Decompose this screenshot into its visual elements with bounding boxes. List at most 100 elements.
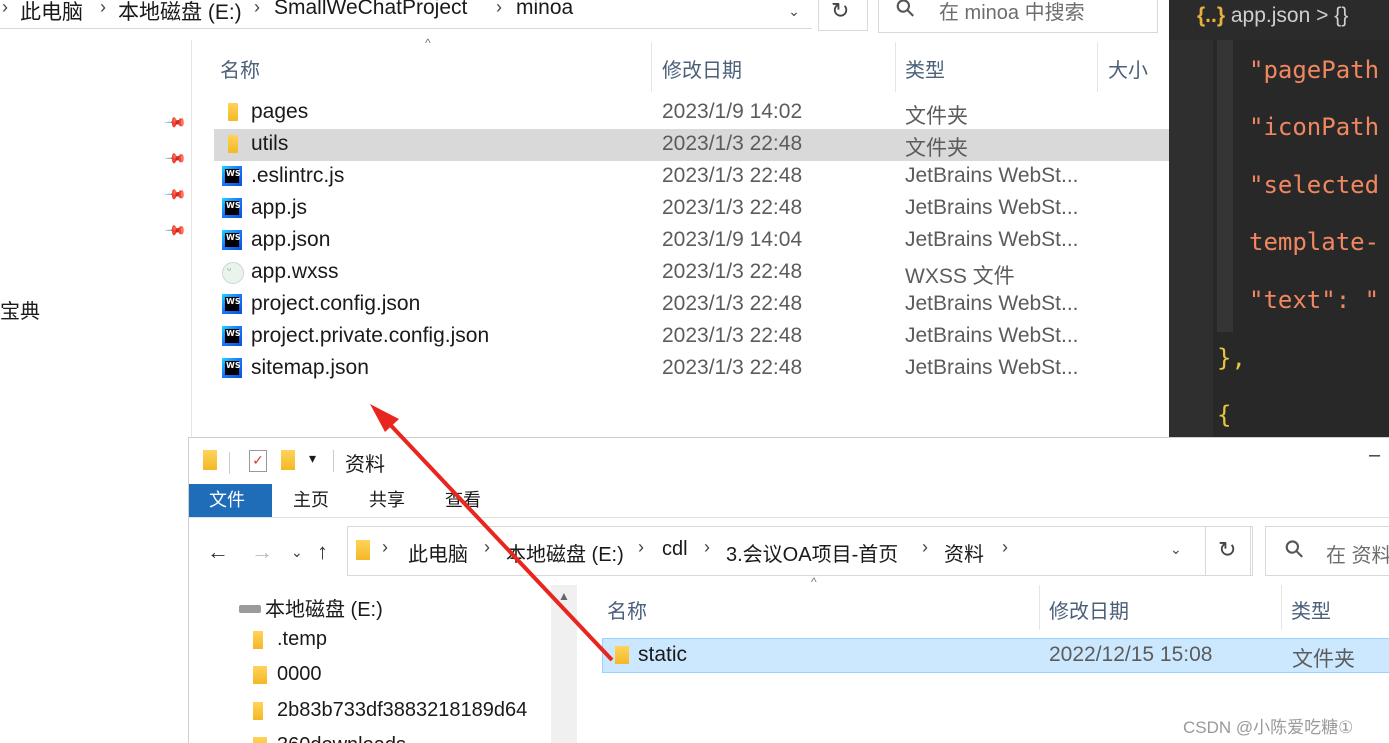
breadcrumb-item[interactable]: 此电脑 (408, 538, 468, 567)
chevron-down-icon[interactable]: ⌄ (776, 0, 812, 28)
chevron-right-icon: › (638, 537, 644, 557)
chevron-down-icon[interactable]: ⌄ (1170, 541, 1182, 558)
file-date: 2023/1/3 22:48 (662, 356, 803, 379)
file-row-selected[interactable]: utils 2023/1/3 22:48 文件夹 (214, 129, 1169, 161)
top-address-bar[interactable]: › 此电脑 › 本地磁盘 (E:) › SmallWeChatProject ›… (0, 0, 812, 29)
folder-tree[interactable]: 本地磁盘 (E:) .temp 0000 2b83b733df388321818… (189, 585, 577, 743)
breadcrumb-item[interactable]: 资料 (944, 538, 984, 567)
breadcrumb-item[interactable]: 本地磁盘 (E:) (506, 538, 624, 567)
folder-icon[interactable] (203, 450, 217, 470)
pin-icon[interactable]: 📌 (164, 182, 188, 206)
column-divider[interactable] (1039, 585, 1040, 630)
file-row[interactable]: WS sitemap.json 2023/1/3 22:48 JetBrains… (214, 353, 1169, 385)
chevron-right-icon: › (922, 537, 928, 557)
tree-item[interactable]: 2b83b733df3883218189d64 (277, 699, 527, 722)
refresh-button[interactable]: ↻ (1205, 526, 1253, 576)
file-name: project.private.config.json (251, 324, 490, 347)
file-type: JetBrains WebSt... (905, 292, 1079, 315)
file-type: JetBrains WebSt... (905, 324, 1079, 347)
tab-share[interactable]: 共享 (349, 484, 425, 517)
editor-tab-label: app.json (1230, 4, 1311, 27)
breadcrumb-item[interactable]: minoa (516, 0, 573, 20)
chevron-down-icon[interactable]: ⌄ (291, 544, 303, 561)
forward-arrow-icon[interactable]: → (251, 539, 273, 565)
chevron-right-icon: › (1002, 537, 1008, 557)
column-divider[interactable] (1281, 585, 1282, 630)
column-date[interactable]: 修改日期 (662, 54, 742, 83)
breadcrumb-item[interactable]: 本地磁盘 (E:) (118, 0, 242, 26)
column-divider[interactable] (651, 42, 652, 92)
file-row[interactable]: pages 2023/1/9 14:02 文件夹 (214, 97, 1169, 129)
pin-icon[interactable]: 📌 (164, 218, 188, 242)
chevron-right-icon: › (484, 537, 490, 557)
file-date: 2023/1/3 22:48 (662, 164, 803, 187)
new-folder-icon[interactable] (281, 450, 295, 470)
folder-icon (253, 631, 263, 649)
column-type[interactable]: 类型 (905, 54, 945, 83)
file-row[interactable]: WS app.json 2023/1/9 14:04 JetBrains Web… (214, 225, 1169, 257)
chevron-right-icon: › (704, 537, 710, 557)
tree-item[interactable]: 本地磁盘 (E:) (265, 593, 383, 622)
column-type[interactable]: 类型 (1291, 595, 1331, 624)
divider (333, 450, 334, 472)
wxss-icon: ᵕ (222, 262, 244, 284)
file-type: JetBrains WebSt... (905, 228, 1079, 251)
editor-tab[interactable]: {..} app.json > {} (1197, 4, 1348, 28)
tab-home[interactable]: 主页 (273, 484, 349, 517)
tab-view[interactable]: 查看 (425, 484, 501, 517)
file-row[interactable]: WS project.config.json 2023/1/3 22:48 Je… (214, 289, 1169, 321)
chevron-down-icon[interactable]: ▾ (309, 450, 316, 467)
file-row[interactable]: WS project.private.config.json 2023/1/3 … (214, 321, 1169, 353)
search-input[interactable]: ⚲ 在 minoa 中搜索 (878, 0, 1158, 33)
column-name[interactable]: 名称 (607, 595, 647, 624)
navigation-pane[interactable]: 📌 📌 📌 📌 宝典 (0, 40, 192, 437)
breadcrumb-item[interactable]: 3.会议OA项目-首页 (726, 538, 898, 567)
tree-item[interactable]: .temp (277, 628, 327, 651)
tree-item[interactable]: 0000 (277, 663, 322, 686)
refresh-icon: ↻ (1218, 537, 1237, 562)
editor-breadcrumb: {..} app.json > {} (1169, 0, 1389, 40)
breadcrumb-item[interactable]: cdl (662, 538, 688, 561)
file-row[interactable]: ᵕ app.wxss 2023/1/3 22:48 WXSS 文件 (214, 257, 1169, 289)
minimize-button[interactable]: – (1369, 444, 1380, 467)
search-input[interactable]: ⚲ 在 资料 (1265, 526, 1389, 576)
column-divider[interactable] (1097, 42, 1098, 92)
file-date: 2023/1/3 22:48 (662, 292, 803, 315)
explorer-window[interactable]: ✓ ▾ 资料 – 文件 主页 共享 查看 ← → ⌄ ↑ › 此电脑 › 本地磁… (188, 437, 1389, 743)
tab-file[interactable]: 文件 (189, 484, 272, 517)
column-date[interactable]: 修改日期 (1049, 595, 1129, 624)
webstorm-icon: WS (222, 358, 242, 378)
file-type: JetBrains WebSt... (905, 196, 1079, 219)
chevron-right-icon: › (382, 537, 388, 557)
webstorm-icon: WS (222, 294, 242, 314)
folder-icon (253, 702, 263, 720)
address-bar[interactable]: › 此电脑 › 本地磁盘 (E:) › cdl › 3.会议OA项目-首页 › … (347, 526, 1251, 576)
breadcrumb-item[interactable]: 此电脑 (20, 0, 83, 26)
folder-icon (615, 646, 629, 664)
indent-guide (1217, 40, 1233, 332)
column-size[interactable]: 大小 (1108, 54, 1148, 83)
nav-item-label[interactable]: 宝典 (0, 295, 40, 324)
refresh-button[interactable]: ↻ (818, 0, 868, 31)
file-name: static (638, 643, 688, 666)
file-name: sitemap.json (251, 356, 369, 379)
properties-icon[interactable]: ✓ (249, 450, 267, 472)
column-divider[interactable] (895, 42, 896, 92)
pin-icon[interactable]: 📌 (164, 110, 188, 134)
file-row-selected[interactable]: static 2022/12/15 15:08 文件夹 (602, 638, 1389, 673)
file-row[interactable]: WS app.js 2023/1/3 22:48 JetBrains WebSt… (214, 193, 1169, 225)
webstorm-icon: WS (222, 326, 242, 346)
breadcrumb-item[interactable]: SmallWeChatProject (274, 0, 467, 20)
scroll-up-icon[interactable]: ▲ (558, 589, 570, 603)
column-name[interactable]: 名称 (220, 54, 260, 83)
code-editor[interactable]: {..} app.json > {} "pagePath "iconPath "… (1169, 0, 1389, 437)
file-type: JetBrains WebSt... (905, 164, 1079, 187)
folder-icon (356, 540, 370, 560)
file-row[interactable]: WS .eslintrc.js 2023/1/3 22:48 JetBrains… (214, 161, 1169, 193)
file-name: pages (251, 100, 309, 123)
pin-icon[interactable]: 📌 (164, 146, 188, 170)
back-arrow-icon[interactable]: ← (207, 539, 229, 565)
up-arrow-icon[interactable]: ↑ (317, 539, 328, 565)
file-type: 文件夹 (905, 137, 968, 160)
scrollbar[interactable]: ▲ (551, 585, 577, 743)
